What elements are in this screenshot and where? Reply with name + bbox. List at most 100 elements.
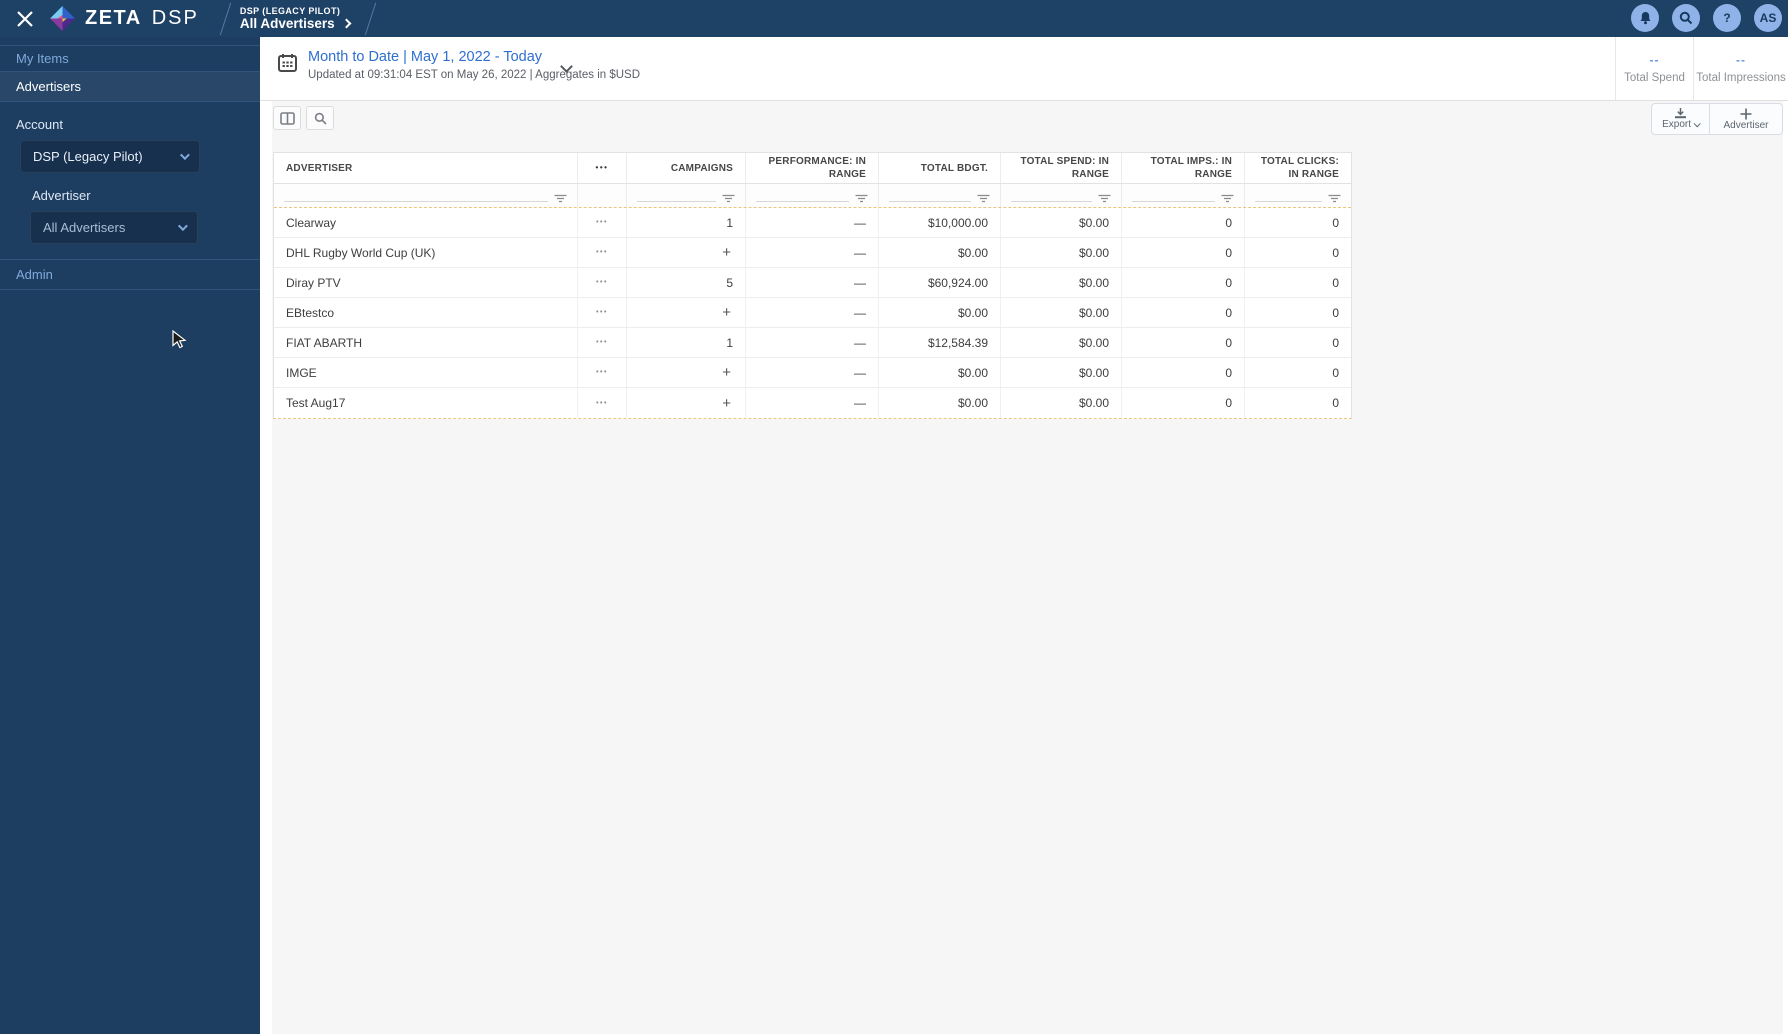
cell-performance: — <box>746 388 879 418</box>
filter-input[interactable] <box>637 200 716 202</box>
cell-total_spend: $0.00 <box>1001 268 1122 297</box>
search-button[interactable] <box>1672 4 1700 32</box>
column-header-total-budget[interactable]: TOTAL BDGT. <box>879 153 1001 183</box>
avatar[interactable]: AS <box>1754 4 1782 32</box>
breadcrumb-page: All Advertisers <box>239 15 335 31</box>
breadcrumb-slash <box>364 2 376 35</box>
filter-input[interactable] <box>1011 200 1092 202</box>
export-button[interactable]: Export <box>1651 103 1710 135</box>
top-bar: ZETA DSP DSP (LEGACY PILOT) All Advertis… <box>0 0 1788 37</box>
date-range-title[interactable]: Month to Date | May 1, 2022 - Today <box>308 49 640 65</box>
table-body: Clearway ••• 1— $10,000.00 $0.00 0 0 DHL Rugby … <box>274 208 1351 418</box>
cell-total_spend: $0.00 <box>1001 238 1122 267</box>
chevron-down-icon <box>1693 120 1701 128</box>
filter-input[interactable] <box>1255 200 1322 202</box>
bell-icon <box>1640 12 1650 25</box>
filter-icon[interactable] <box>1221 194 1234 204</box>
divider <box>0 289 260 290</box>
table-search-button[interactable] <box>306 106 334 130</box>
filter-icon[interactable] <box>1328 194 1341 204</box>
cell-total_budget: $10,000.00 <box>879 208 1001 237</box>
filter-cell-advertiser <box>274 184 578 207</box>
table-header-row: ADVERTISER ••• CAMPAIGNS PERFORMANCE: IN… <box>274 153 1351 184</box>
column-header-total-spend[interactable]: TOTAL SPEND: IN RANGE <box>1001 153 1122 183</box>
add-campaign-button[interactable]: + <box>627 358 746 387</box>
cell-performance: — <box>746 268 879 297</box>
column-header-total-imps[interactable]: TOTAL IMPS.: IN RANGE <box>1122 153 1245 183</box>
cell-total_budget: $12,584.39 <box>879 328 1001 357</box>
filter-icon[interactable] <box>855 194 868 204</box>
column-header-campaigns[interactable]: CAMPAIGNS <box>627 153 746 183</box>
cell-advertiser[interactable]: IMGE <box>274 358 578 387</box>
filter-input[interactable] <box>1132 200 1215 202</box>
date-range-subtitle: Updated at 09:31:04 EST on May 26, 2022 … <box>308 69 641 81</box>
filter-icon[interactable] <box>1098 194 1111 204</box>
cell-advertiser[interactable]: Clearway <box>274 208 578 237</box>
filter-icon[interactable] <box>977 194 990 204</box>
cell-advertiser[interactable]: EBtestco <box>274 298 578 327</box>
row-menu-icon[interactable]: ••• <box>578 328 627 357</box>
cell-total_spend: $0.00 <box>1001 328 1122 357</box>
cell-advertiser[interactable]: Diray PTV <box>274 268 578 297</box>
add-campaign-button[interactable]: + <box>627 298 746 327</box>
add-campaign-button[interactable]: + <box>627 238 746 267</box>
close-icon[interactable] <box>16 10 34 28</box>
breadcrumb[interactable]: DSP (LEGACY PILOT) All Advertisers <box>239 6 352 32</box>
row-menu-icon[interactable]: ••• <box>578 238 627 267</box>
advertiser-select[interactable]: All Advertisers <box>30 211 198 244</box>
export-label: Export <box>1662 119 1691 130</box>
cell-total_spend: $0.00 <box>1001 298 1122 327</box>
filter-icon[interactable] <box>722 194 735 204</box>
row-menu-icon[interactable]: ••• <box>578 298 627 327</box>
chevron-down-icon <box>179 150 190 161</box>
filter-input[interactable] <box>284 200 548 202</box>
cell-total_imps: 0 <box>1122 208 1245 237</box>
columns-toggle-button[interactable] <box>273 106 301 130</box>
sidebar-item-label: Advertisers <box>16 79 82 94</box>
cell-total_budget: $0.00 <box>879 298 1001 327</box>
sidebar-item-label: Admin <box>16 267 53 282</box>
cell-advertiser[interactable]: FIAT ABARTH <box>274 328 578 357</box>
add-advertiser-button[interactable]: Advertiser <box>1709 103 1783 135</box>
table-row: DHL Rugby World Cup (UK) ••• + — $0.00 $0.00 0… <box>274 238 1351 268</box>
help-button[interactable]: ? <box>1713 4 1741 32</box>
cell-advertiser[interactable]: DHL Rugby World Cup (UK) <box>274 238 578 267</box>
account-label: Account <box>16 117 63 132</box>
cell-total_spend: $0.00 <box>1001 358 1122 387</box>
date-range-picker[interactable]: Month to Date | May 1, 2022 - Today Upda… <box>278 49 640 81</box>
content-panel: Export Advertiser ADVERTISER ••• CAMPAIG… <box>272 101 1783 1034</box>
advertisers-table: ADVERTISER ••• CAMPAIGNS PERFORMANCE: IN… <box>273 152 1352 419</box>
sidebar-item-admin[interactable]: Admin <box>0 260 260 289</box>
account-select-value: DSP (Legacy Pilot) <box>33 149 143 164</box>
table-filter-row <box>274 184 1351 208</box>
cell-advertiser[interactable]: Test Aug17 <box>274 388 578 418</box>
account-select[interactable]: DSP (Legacy Pilot) <box>20 140 200 173</box>
sidebar-item-advertisers[interactable]: Advertisers <box>0 72 260 101</box>
notifications-button[interactable] <box>1631 4 1659 32</box>
filter-cell-menu <box>578 184 627 207</box>
row-menu-icon[interactable]: ••• <box>578 358 627 387</box>
filter-input[interactable] <box>756 200 849 202</box>
row-menu-icon[interactable]: ••• <box>578 208 627 237</box>
cell-total_budget: $0.00 <box>879 388 1001 418</box>
column-header-performance[interactable]: PERFORMANCE: IN RANGE <box>746 153 879 183</box>
row-menu-icon[interactable]: ••• <box>578 268 627 297</box>
advertiser-select-value: All Advertisers <box>43 220 126 235</box>
chevron-right-icon[interactable] <box>341 18 352 29</box>
filter-cell-total_budget <box>879 184 1001 207</box>
sidebar-item-my-items[interactable]: My Items <box>0 46 260 71</box>
cell-performance: — <box>746 208 879 237</box>
cell-campaigns: 5 <box>627 268 746 297</box>
row-menu-icon[interactable]: ••• <box>578 388 627 418</box>
column-menu-icon[interactable]: ••• <box>578 153 627 183</box>
advertiser-label: Advertiser <box>32 188 91 203</box>
cell-total_spend: $0.00 <box>1001 388 1122 418</box>
filter-input[interactable] <box>889 200 971 202</box>
sidebar: My Items Advertisers Account DSP (Legacy… <box>0 37 260 1034</box>
column-header-advertiser[interactable]: ADVERTISER <box>274 153 578 183</box>
total-impressions-label: Total Impressions <box>1696 72 1786 84</box>
column-header-total-clicks[interactable]: TOTAL CLICKS: IN RANGE <box>1245 153 1351 183</box>
brand-zeta: ZETA <box>85 7 142 29</box>
filter-icon[interactable] <box>554 194 567 204</box>
add-campaign-button[interactable]: + <box>627 388 746 418</box>
